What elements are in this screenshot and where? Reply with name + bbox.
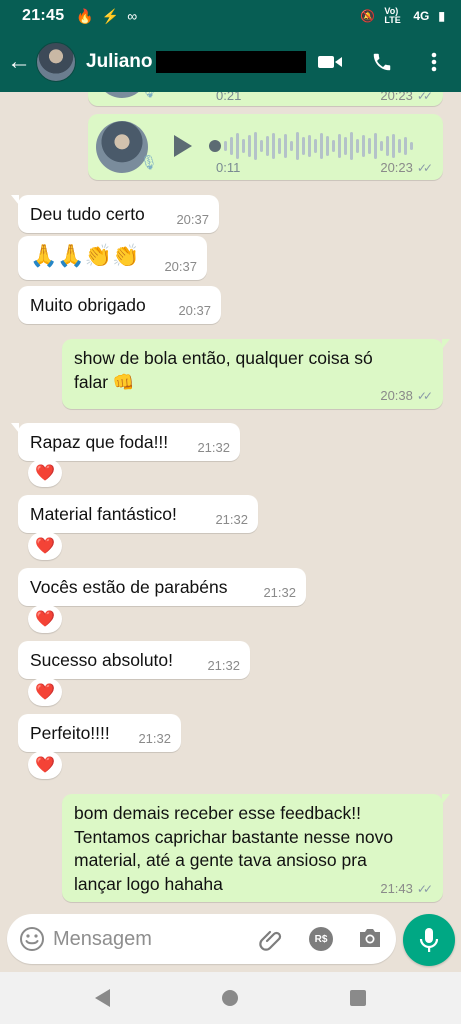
status-time: 21:45: [22, 7, 65, 24]
voice-time: 20:23: [380, 160, 413, 175]
incoming-message[interactable]: Rapaz que foda!!! 21:32: [11, 423, 240, 461]
read-ticks-icon: ✓✓: [416, 388, 433, 403]
phone-icon[interactable]: [369, 49, 395, 75]
voice-meta: 20:23 ✓✓: [380, 92, 433, 103]
status-bar: 21:45 🔥 ⚡ ∞ 🔕 Vo) LTE 4G ▮: [0, 0, 461, 32]
voice-record-button[interactable]: [403, 914, 455, 966]
chat-area[interactable]: 🎙 0:21 20:23✓✓ 🎙 0:11 20:23✓✓ Deu tudo c…: [0, 92, 461, 910]
network-label: 4G: [413, 9, 430, 23]
message-text: bom demais receber esse feedback!! Tenta…: [74, 802, 393, 896]
message-line: bom demais receber esse feedback!!: [74, 803, 361, 823]
message-text: 🙏🙏👏👏: [30, 243, 140, 268]
back-arrow-icon[interactable]: ←: [2, 48, 36, 76]
message-meta: 21:43 ✓✓: [380, 881, 433, 896]
outgoing-message[interactable]: bom demais receber esse feedback!! Tenta…: [62, 794, 450, 902]
message-text: Sucesso absoluto!: [30, 650, 174, 670]
message-text: Rapaz que foda!!!: [30, 432, 169, 452]
outgoing-message[interactable]: show de bola então, qualquer coisa só fa…: [62, 339, 450, 409]
composer: R$: [0, 910, 461, 972]
mic-icon: 🎙: [140, 154, 158, 170]
reaction-heart[interactable]: ❤️: [28, 751, 62, 779]
notification-icons: 🔥 ⚡ ∞: [76, 8, 137, 25]
emoji-icon[interactable]: [19, 926, 45, 957]
message-line: show de bola então, qualquer coisa só: [74, 348, 373, 368]
message-time: 21:43: [380, 881, 413, 896]
message-meta: 20:38 ✓✓: [380, 388, 433, 403]
message-time: 21:32: [215, 512, 248, 527]
status-right: 🔕 Vo) LTE 4G ▮: [360, 7, 445, 25]
message-line: Tentamos caprichar bastante nesse novo: [74, 826, 394, 847]
incoming-message[interactable]: Muito obrigado 20:37: [18, 286, 221, 324]
voice-duration: 0:11: [216, 160, 241, 175]
voice-message[interactable]: 🎙 0:11 20:23 ✓✓: [88, 114, 443, 180]
voicemail-icon: ∞: [127, 7, 138, 24]
reaction-heart[interactable]: ❤️: [28, 532, 62, 560]
avatar[interactable]: [36, 42, 76, 82]
payment-icon[interactable]: R$: [309, 927, 333, 951]
incoming-message[interactable]: 🙏🙏👏👏 20:37: [18, 236, 207, 280]
message-time: 20:38: [380, 388, 413, 403]
message-input-box[interactable]: R$: [7, 914, 396, 964]
message-text: Vocês estão de parabéns: [30, 577, 228, 597]
voice-duration: 0:21: [216, 92, 242, 103]
incoming-message[interactable]: Vocês estão de parabéns 21:32: [18, 568, 306, 606]
incoming-message[interactable]: Deu tudo certo 20:37: [11, 195, 219, 233]
message-line: material, até a gente tava ansioso pra: [74, 850, 367, 870]
message-text: Deu tudo certo: [30, 204, 145, 224]
nav-recents-icon[interactable]: [350, 990, 366, 1006]
battery-icon: ▮: [438, 9, 445, 23]
message-time: 21:32: [207, 658, 240, 673]
system-nav-bar: [0, 972, 461, 1024]
waveform[interactable]: [224, 131, 413, 161]
header-actions: [317, 32, 447, 92]
mic-icon: [419, 928, 439, 952]
read-ticks-icon: ✓✓: [416, 92, 433, 103]
camera-icon[interactable]: [357, 926, 383, 955]
message-time: 21:32: [197, 440, 230, 455]
chat-header: ← Juliano S: [0, 32, 461, 92]
reaction-heart[interactable]: ❤️: [28, 459, 62, 487]
message-text: Perfeito!!!!: [30, 723, 110, 743]
play-icon[interactable]: [174, 135, 192, 157]
message-time: 20:37: [176, 212, 209, 227]
reaction-heart[interactable]: ❤️: [28, 678, 62, 706]
bolt-icon: ⚡: [101, 7, 120, 24]
nav-home-icon[interactable]: [222, 990, 238, 1006]
redaction-bar: [156, 51, 306, 73]
message-text: Muito obrigado: [30, 295, 146, 315]
attach-icon[interactable]: [259, 927, 285, 958]
more-options-icon[interactable]: [421, 49, 447, 75]
message-line: lançar logo hahaha: [74, 873, 223, 894]
voice-message[interactable]: 🎙 0:21 20:23✓✓: [88, 92, 443, 106]
message-time: 21:32: [138, 731, 171, 746]
playback-position[interactable]: [209, 140, 221, 152]
video-call-icon[interactable]: [317, 49, 343, 75]
read-ticks-icon: ✓✓: [416, 160, 433, 175]
flame-icon: 🔥: [76, 7, 94, 24]
message-line: falar 👊: [74, 371, 135, 392]
message-time: 20:37: [178, 303, 211, 318]
message-time: 21:32: [263, 585, 296, 600]
read-ticks-icon: ✓✓: [416, 881, 433, 896]
incoming-message[interactable]: Perfeito!!!! 21:32: [18, 714, 181, 752]
nav-back-icon[interactable]: [95, 989, 110, 1007]
incoming-message[interactable]: Material fantástico! 21:32: [18, 495, 258, 533]
message-text: Material fantástico!: [30, 504, 177, 524]
incoming-message[interactable]: Sucesso absoluto! 21:32: [18, 641, 250, 679]
mute-icon: 🔕: [360, 9, 376, 23]
voice-meta: 20:23 ✓✓: [380, 160, 433, 175]
message-text: show de bola então, qualquer coisa só fa…: [74, 347, 373, 394]
voice-time: 20:23: [380, 92, 413, 103]
lte-label: Vo) LTE: [384, 6, 401, 25]
reaction-heart[interactable]: ❤️: [28, 605, 62, 633]
message-input[interactable]: [53, 924, 243, 954]
message-time: 20:37: [164, 259, 197, 274]
mic-icon: 🎙: [140, 92, 158, 99]
